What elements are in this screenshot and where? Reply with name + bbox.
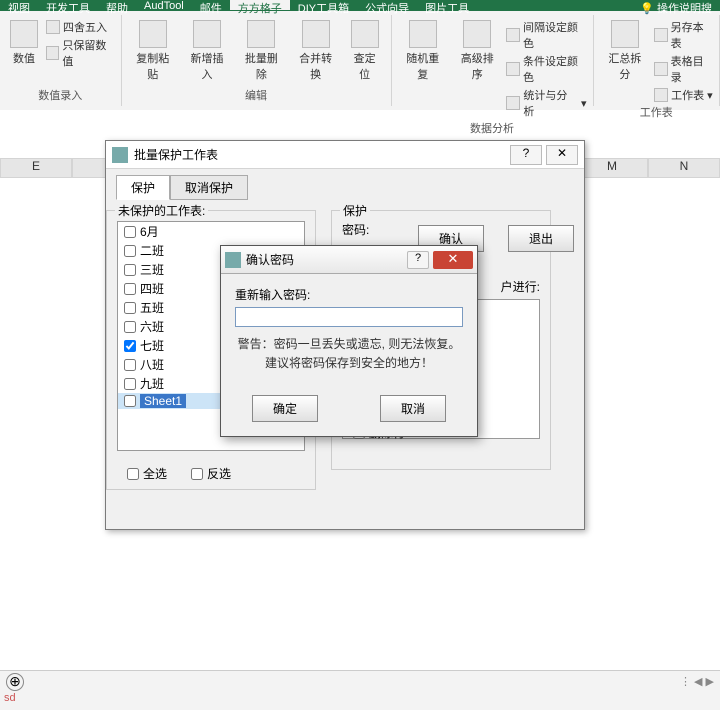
status-text: sd (4, 692, 16, 704)
sheet-check[interactable] (124, 302, 136, 314)
group-worksheet: 汇总拆分 另存本表 表格目录 工作表 ▾ 工作表 (594, 15, 720, 106)
tab-formula[interactable]: 公式向导 (357, 0, 417, 10)
group-input: 数值 四舍五入 只保留数值 数值录入 (0, 15, 122, 106)
invert-sel[interactable]: 反选 (185, 464, 237, 483)
confirm-prompt: 重新输入密码: (235, 286, 463, 303)
tell-me[interactable]: 💡 操作说明搜 (632, 0, 720, 10)
summary-icon (611, 20, 639, 48)
delete-icon (247, 20, 275, 48)
paste-icon (139, 20, 167, 48)
random-icon (409, 20, 437, 48)
dialog-close-btn[interactable]: ✕ (546, 145, 578, 165)
sheet-check[interactable] (124, 226, 136, 238)
group-label: 数值录入 (6, 87, 115, 103)
save-icon (654, 28, 668, 42)
sheet-check[interactable] (124, 245, 136, 257)
dialog-title: 批量保护工作表 (134, 146, 218, 163)
col-n[interactable]: N (648, 158, 720, 178)
btn-toc[interactable]: 表格目录 (654, 52, 713, 86)
confirm-help-btn[interactable]: ? (407, 251, 429, 269)
group-label: 数据分析 (398, 120, 587, 136)
tab-protect[interactable]: 保护 (116, 175, 170, 200)
btn-sort[interactable]: 高级排序 (452, 18, 502, 120)
confirm-password-dialog: 确认密码 ? ✕ 重新输入密码: 警告：密码一旦丢失或遗忘, 则无法恢复。 建议… (220, 245, 478, 437)
col-e[interactable]: E (0, 158, 72, 178)
group-edit: 复制粘贴 新增插入 批量删除 合并转换 查定位 编辑 (122, 15, 392, 106)
round-icon (46, 20, 60, 34)
altcolor-icon (506, 28, 520, 42)
dialog-tabstrip: 保护 取消保护 (116, 175, 584, 200)
exit-button[interactable]: 退出 (508, 225, 574, 252)
find-icon (351, 20, 379, 48)
sheet-check[interactable] (124, 264, 136, 276)
sheet-check[interactable] (124, 359, 136, 371)
btn-locate[interactable]: 查定位 (345, 18, 385, 84)
keepnum-icon (46, 46, 59, 60)
btn-summary[interactable]: 汇总拆分 (600, 18, 651, 104)
sheet-icon (654, 88, 668, 102)
sheet-item: 6月 (118, 222, 304, 241)
btn-batch-del[interactable]: 批量删除 (236, 18, 286, 84)
sheet-tab-bar: ⊕ ⋮ ◀ ▶ (0, 670, 720, 692)
btn-numeric[interactable]: 数值 (6, 18, 42, 70)
protect-label: 保护 (340, 202, 370, 219)
condcolor-icon (506, 62, 520, 76)
confirm-warn1: 警告：密码一旦丢失或遗忘, 则无法恢复。 (235, 335, 463, 354)
btn-keep-num[interactable]: 只保留数值 (46, 36, 115, 70)
sort-icon (463, 20, 491, 48)
col-m[interactable]: M (576, 158, 648, 178)
tab-help[interactable]: 帮助 (98, 0, 136, 10)
confirm-icon (225, 252, 241, 268)
btn-merge[interactable]: 合并转换 (290, 18, 340, 84)
btn-random[interactable]: 随机重复 (398, 18, 448, 120)
sheet-check[interactable] (124, 378, 136, 390)
sheet-check[interactable] (124, 321, 136, 333)
tab-audtool[interactable]: AudTool (136, 0, 192, 10)
numeric-icon (10, 20, 38, 48)
confirm-close-btn[interactable]: ✕ (433, 251, 473, 269)
stats-icon (506, 96, 520, 110)
btn-worksheet[interactable]: 工作表 ▾ (654, 86, 713, 104)
dialog-help-btn[interactable]: ? (510, 145, 542, 165)
tab-ffgz[interactable]: 方方格子 (230, 0, 290, 10)
tab-pic[interactable]: 图片工具 (417, 0, 477, 10)
tab-unprotect[interactable]: 取消保护 (170, 175, 248, 200)
confirm-password-input[interactable] (235, 307, 463, 327)
btn-insert[interactable]: 新增插入 (182, 18, 232, 84)
dialog-titlebar[interactable]: 批量保护工作表 ? ✕ (106, 141, 584, 169)
group-label: 编辑 (128, 87, 385, 103)
select-all[interactable]: 全选 (121, 464, 173, 483)
confirm-cancel-button[interactable]: 取消 (380, 395, 446, 422)
btn-alt-color[interactable]: 间隔设定颜色 (506, 18, 586, 52)
btn-save-sheet[interactable]: 另存本表 (654, 18, 713, 52)
tab-view[interactable]: 视图 (0, 0, 38, 10)
btn-round[interactable]: 四舍五入 (46, 18, 115, 36)
unprotected-label: 未保护的工作表: (115, 202, 208, 219)
dialog-icon (112, 147, 128, 163)
tab-mail[interactable]: 邮件 (192, 0, 230, 10)
btn-cond-color[interactable]: 条件设定颜色 (506, 52, 586, 86)
confirm-ok-button[interactable]: 确定 (252, 395, 318, 422)
btn-stats[interactable]: 统计与分析 ▾ (506, 86, 586, 120)
tab-dev[interactable]: 开发工具 (38, 0, 98, 10)
status-bar: sd (0, 692, 720, 710)
sheet-check[interactable] (124, 283, 136, 295)
confirm-title: 确认密码 (246, 251, 294, 268)
btn-copy-paste[interactable]: 复制粘贴 (128, 18, 178, 84)
ribbon: 数值 四舍五入 只保留数值 数值录入 复制粘贴 新增插入 批量删除 合并转换 查… (0, 10, 720, 110)
group-analysis: 随机重复 高级排序 间隔设定颜色 条件设定颜色 统计与分析 ▾ 数据分析 (392, 15, 594, 106)
confirm-titlebar[interactable]: 确认密码 ? ✕ (221, 246, 477, 274)
sheet-check[interactable] (124, 340, 136, 352)
insert-icon (193, 20, 221, 48)
ribbon-tabs: 视图 开发工具 帮助 AudTool 邮件 方方格子 DIY工具箱 公式向导 图… (0, 0, 720, 10)
toc-icon (654, 62, 668, 76)
scroll-controls[interactable]: ⋮ ◀ ▶ (680, 675, 714, 688)
merge-icon (302, 20, 330, 48)
sheet-check[interactable] (124, 395, 136, 407)
add-sheet-button[interactable]: ⊕ (6, 673, 24, 691)
confirm-warn2: 建议将密码保存到安全的地方！ (235, 354, 463, 373)
tab-diy[interactable]: DIY工具箱 (290, 0, 357, 10)
group-label: 工作表 (600, 104, 713, 120)
